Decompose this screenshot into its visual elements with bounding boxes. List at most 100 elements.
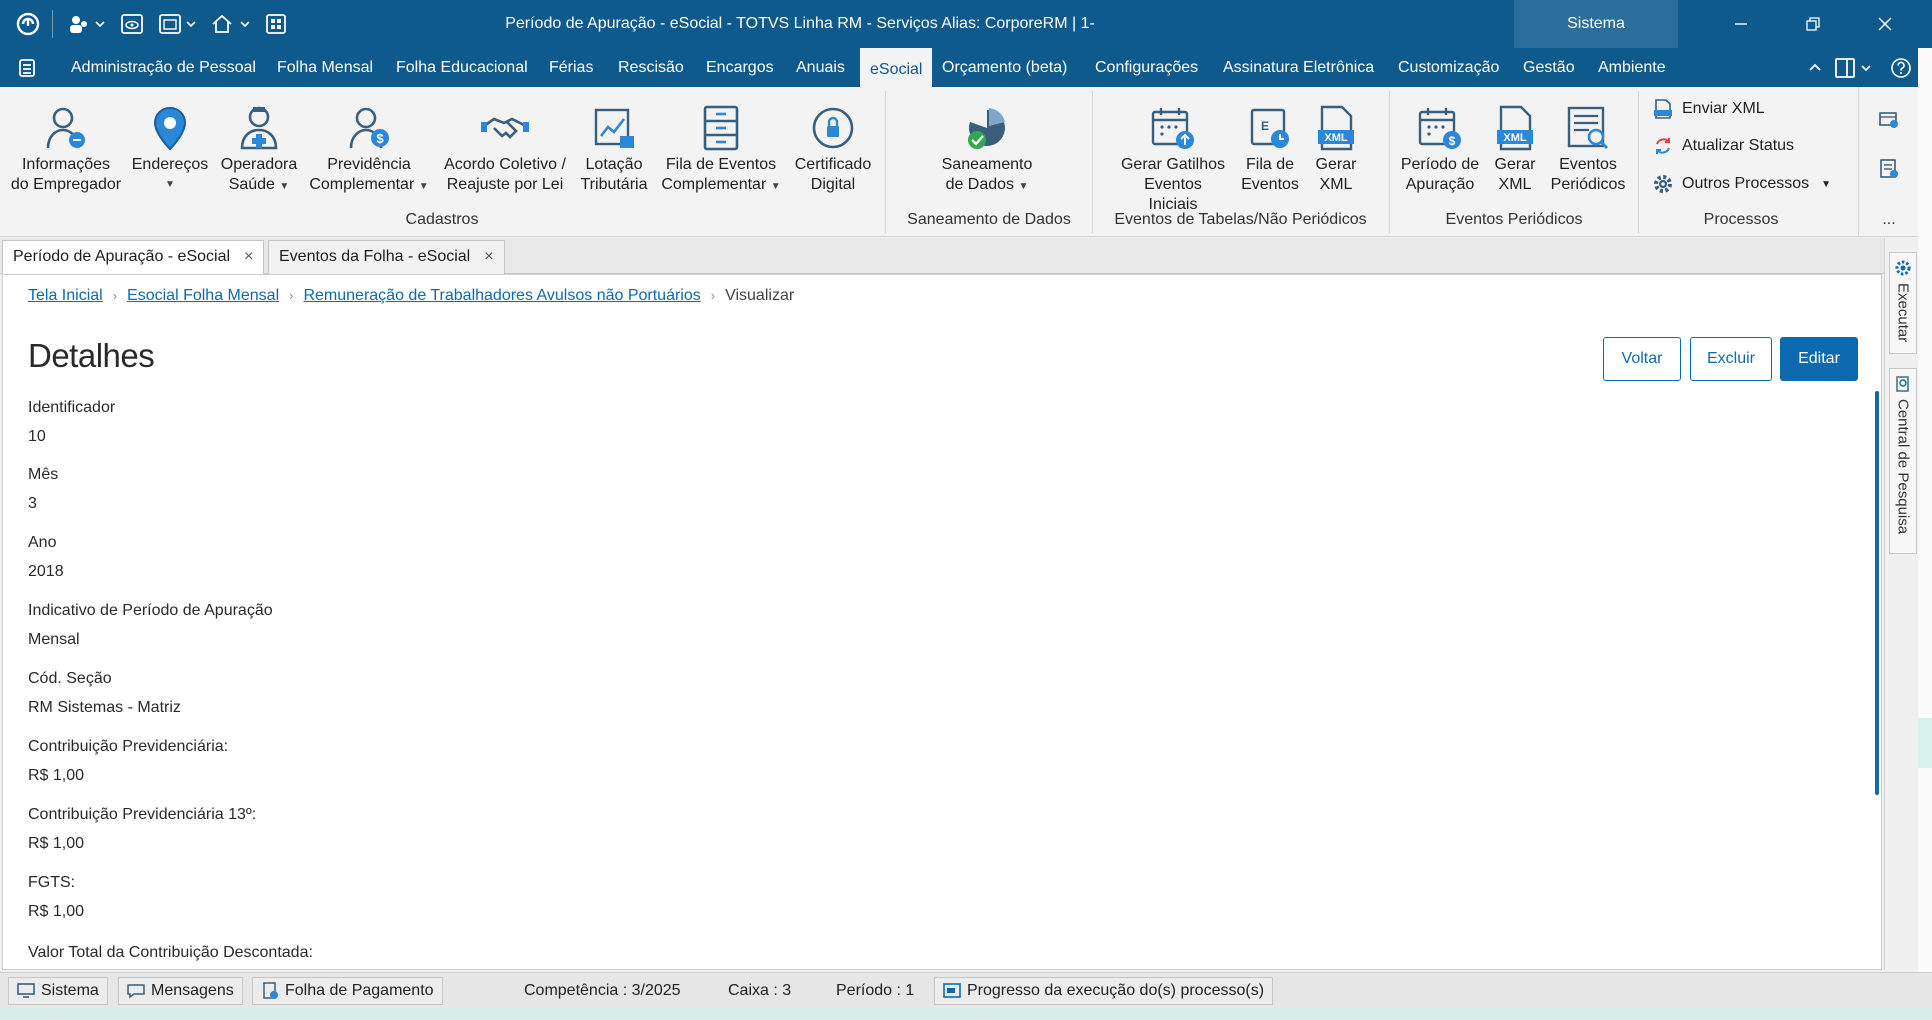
main-menu-bar: Administração de Pessoal Folha Mensal Fo… <box>0 48 1932 87</box>
menu-ferias[interactable]: Férias <box>549 48 593 87</box>
outros-processos-label: Outros Processos <box>1682 175 1810 192</box>
menu-folha-educacional[interactable]: Folha Educacional <box>396 48 528 87</box>
collapse-ribbon-icon[interactable] <box>1806 48 1824 87</box>
periodicos-label: Periódicos <box>1550 176 1626 193</box>
gerar-gatilhos-button[interactable]: Gerar Gatilhos Eventos Iniciais <box>1118 101 1228 215</box>
central-pesquisa-side-tab[interactable]: Central de Pesquisa <box>1889 368 1917 554</box>
breadcrumb-remuneracao[interactable]: Remuneração de Trabalhadores Avulsos não… <box>303 287 700 304</box>
gerar-label: Gerar <box>1315 156 1357 173</box>
status-sistema-label: Sistema <box>41 982 99 999</box>
chevron-down-icon: ▼ <box>279 181 290 192</box>
health-operator-icon <box>214 101 304 155</box>
users-dropdown-icon[interactable] <box>66 10 106 38</box>
enderecos-button[interactable]: Endereços ▼ <box>128 101 212 195</box>
certificado-digital-button[interactable]: Certificado Digital <box>788 101 878 195</box>
eye-window-icon[interactable] <box>120 10 144 38</box>
close-tab-icon[interactable]: × <box>244 248 253 265</box>
gear-icon <box>1654 175 1672 193</box>
lotacao-tributaria-button[interactable]: Lotação Tributária <box>576 101 652 195</box>
status-mensagens-button[interactable]: Mensagens <box>118 977 243 1005</box>
executar-side-tab[interactable]: Executar <box>1889 252 1917 354</box>
eventos-iniciais-label: Eventos Iniciais <box>1144 176 1202 213</box>
apuracao-label: Apuração <box>1405 176 1475 193</box>
tab-periodo-apuracao[interactable]: Período de Apuração - eSocial × <box>2 240 265 274</box>
gerar-xml-tabelas-button[interactable]: XML Gerar XML <box>1310 101 1362 195</box>
home-dropdown-icon[interactable] <box>210 10 252 38</box>
menu-administracao-pessoal[interactable]: Administração de Pessoal <box>71 48 256 87</box>
periodo-apuracao-button[interactable]: $ Período de Apuração <box>1396 101 1484 195</box>
ribbon-more-label[interactable]: ... <box>1859 211 1919 229</box>
status-progresso-button[interactable]: Progresso da execução do(s) processo(s) <box>934 977 1274 1005</box>
menu-configuracoes[interactable]: Configurações <box>1095 48 1198 87</box>
previdencia-complementar-button[interactable]: $ Previdência Complementar ▼ <box>306 101 432 197</box>
menu-anuais[interactable]: Anuais <box>796 48 845 87</box>
totvs-logo-icon[interactable] <box>14 10 42 38</box>
menu-customizacao[interactable]: Customização <box>1398 48 1499 87</box>
minimize-icon[interactable] <box>1706 0 1776 48</box>
status-sistema-button[interactable]: Sistema <box>8 977 108 1005</box>
chevron-down-icon: ▼ <box>770 181 781 192</box>
menu-orcamento[interactable]: Orçamento (beta) <box>942 48 1067 87</box>
editar-button[interactable]: Editar <box>1780 337 1858 381</box>
saneamento-dados-button[interactable]: Saneamento de Dados ▼ <box>920 101 1054 197</box>
menu-ambiente[interactable]: Ambiente <box>1598 48 1666 87</box>
document-edit-icon[interactable] <box>1879 159 1899 183</box>
close-tab-icon[interactable]: × <box>484 248 493 265</box>
outros-processos-button[interactable]: Outros Processos ▼ <box>1652 173 1831 195</box>
complementar-label: Complementar <box>661 176 767 193</box>
executar-label: Executar <box>1894 283 1912 343</box>
field-value: R$ 1,00 <box>28 835 85 852</box>
field-label: FGTS: <box>28 874 76 891</box>
field-value: 2018 <box>28 563 64 580</box>
field-value: 10 <box>28 428 46 445</box>
menu-assinatura-eletronica[interactable]: Assinatura Eletrônica <box>1223 48 1374 87</box>
group-eventos-periodicos-label: Eventos Periódicos <box>1445 211 1583 228</box>
de-dados-label: de Dados <box>945 176 1015 193</box>
ribbon: Informações do Empregador Endereços ▼ Op… <box>0 87 1918 237</box>
sistema-button[interactable]: Sistema <box>1514 0 1678 48</box>
gerar-xml-periodicos-button[interactable]: XML Gerar XML <box>1488 101 1542 195</box>
voltar-button[interactable]: Voltar <box>1603 337 1681 381</box>
breadcrumb-current: Visualizar <box>725 287 795 304</box>
menu-encargos[interactable]: Encargos <box>706 48 774 87</box>
gerar-label: Gerar <box>1494 156 1536 173</box>
group-processos-label: Processos <box>1703 211 1779 228</box>
window-dropdown-icon[interactable] <box>158 10 198 38</box>
help-icon[interactable] <box>1890 48 1912 87</box>
breadcrumb-separator: › <box>112 288 118 303</box>
close-icon[interactable] <box>1850 0 1920 48</box>
eventos-periodicos-button[interactable]: Eventos Periódicos <box>1546 101 1630 195</box>
informacoes-empregador-button[interactable]: Informações do Empregador <box>8 101 124 195</box>
operadora-saude-button[interactable]: Operadora Saúde ▼ <box>214 101 304 197</box>
acordo-coletivo-button[interactable]: Acordo Coletivo / Reajuste por Lei <box>436 101 574 195</box>
tab-label: Período de Apuração - eSocial <box>13 248 231 265</box>
table-settings-icon[interactable] <box>1879 111 1899 133</box>
fila-eventos-button[interactable]: E Fila de Eventos <box>1234 101 1306 195</box>
menu-folha-mensal[interactable]: Folha Mensal <box>277 48 373 87</box>
handshake-icon <box>436 101 574 155</box>
breadcrumb-tela-inicial[interactable]: Tela Inicial <box>28 287 103 304</box>
breadcrumb-esocial-folha-mensal[interactable]: Esocial Folha Mensal <box>127 287 279 304</box>
restore-icon[interactable] <box>1778 0 1848 48</box>
edge-highlight <box>1918 718 1932 768</box>
atualizar-status-button[interactable]: Atualizar Status <box>1652 135 1794 157</box>
saneamento-label: Saneamento <box>941 156 1033 173</box>
reajuste-label: Reajuste por Lei <box>446 176 564 193</box>
menu-gestao[interactable]: Gestão <box>1523 48 1575 87</box>
fila-eventos-label: Fila de Eventos <box>665 156 777 173</box>
excluir-button[interactable]: Excluir <box>1690 337 1772 381</box>
grid-icon[interactable] <box>264 10 288 38</box>
fila-eventos-complementar-button[interactable]: Fila de Eventos Complementar ▼ <box>656 101 786 197</box>
app-menu-icon[interactable] <box>16 57 38 83</box>
enviar-xml-button[interactable]: Enviar XML <box>1652 98 1765 120</box>
menu-rescisao[interactable]: Rescisão <box>618 48 684 87</box>
status-folha-button[interactable]: Folha de Pagamento <box>252 977 443 1005</box>
content-scrollbar[interactable] <box>1875 391 1879 795</box>
layout-dropdown-icon[interactable] <box>1834 48 1876 87</box>
send-xml-icon <box>1654 99 1672 119</box>
periodo-de-label: Período de <box>1400 156 1480 173</box>
menu-esocial[interactable]: eSocial <box>860 48 933 87</box>
taskbar-strip <box>0 1008 1932 1020</box>
xml-file-icon: XML <box>1310 101 1362 155</box>
tab-eventos-folha[interactable]: Eventos da Folha - eSocial × <box>268 240 505 274</box>
